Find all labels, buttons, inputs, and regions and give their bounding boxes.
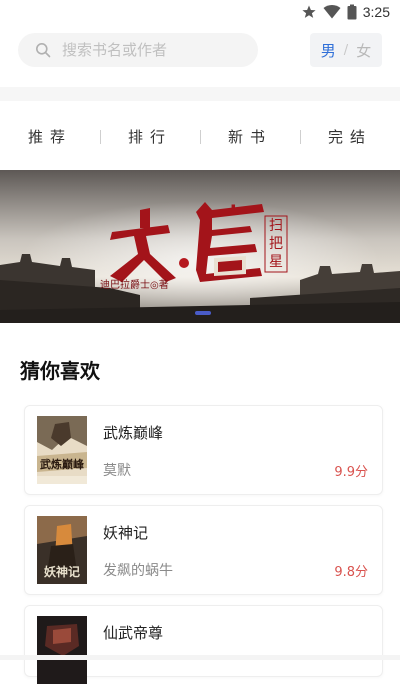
book-author: 发飙的蜗牛 [103,563,173,579]
book-title: 武炼巅峰 [103,424,164,442]
book-card[interactable]: 仙武帝尊 [24,605,383,684]
book-title: 仙武帝尊 [103,624,164,642]
banner-subtitle-3: 星 [269,254,283,270]
banner-subtitle-2: 把 [269,236,283,252]
banner-artwork: ▪ 扫 把 星 迪巴拉爵士◎著 [0,170,400,323]
promo-banner[interactable]: ▪ 扫 把 星 迪巴拉爵士◎著 [0,170,400,323]
book-card[interactable]: 武炼巅峰 武炼巅峰 莫默 9.9分 [24,405,383,495]
section-divider [0,87,400,101]
tab-new-books[interactable]: 新书 [200,118,300,156]
banner-page-indicator[interactable] [195,311,211,315]
gender-toggle[interactable]: 男 / 女 [310,33,382,67]
book-author: 莫默 [103,463,131,479]
book-card[interactable]: 妖神记 妖神记 发飙的蜗牛 9.8分 [24,505,383,595]
status-time: 3:25 [362,4,390,20]
book-score: 9.9分 [334,465,368,480]
book-score: 9.8分 [334,565,368,580]
search-box[interactable] [18,33,258,67]
search-row: 男 / 女 [0,30,400,72]
battery-icon [347,4,357,20]
tab-completed[interactable]: 完结 [300,118,400,156]
tab-recommend[interactable]: 推荐 [0,118,100,156]
gender-female-option[interactable]: 女 [356,40,371,61]
section-title: 猜你喜欢 [20,359,100,383]
status-icons: 3:25 [301,3,390,21]
banner-author: 迪巴拉爵士◎著 [100,278,169,291]
star-icon [302,5,316,18]
book-cover[interactable] [37,616,87,684]
book-title: 妖神记 [103,524,149,542]
category-tabs: 推荐 排行 新书 完结 [0,118,400,156]
status-bar: 3:25 [0,0,400,24]
book-cover[interactable]: 武炼巅峰 [37,416,87,484]
search-icon [36,43,51,58]
gender-separator: / [343,42,349,58]
banner-subtitle-1: 扫 [269,218,283,234]
bottom-edge [0,655,400,660]
book-cover[interactable]: 妖神记 [37,516,87,584]
svg-text:妖神记: 妖神记 [44,564,80,579]
gender-male-option[interactable]: 男 [321,40,336,61]
wifi-icon [323,5,341,19]
tab-ranking[interactable]: 排行 [100,118,200,156]
svg-text:▪: ▪ [231,202,236,210]
search-input[interactable] [62,33,252,67]
svg-text:武炼巅峰: 武炼巅峰 [40,457,85,471]
